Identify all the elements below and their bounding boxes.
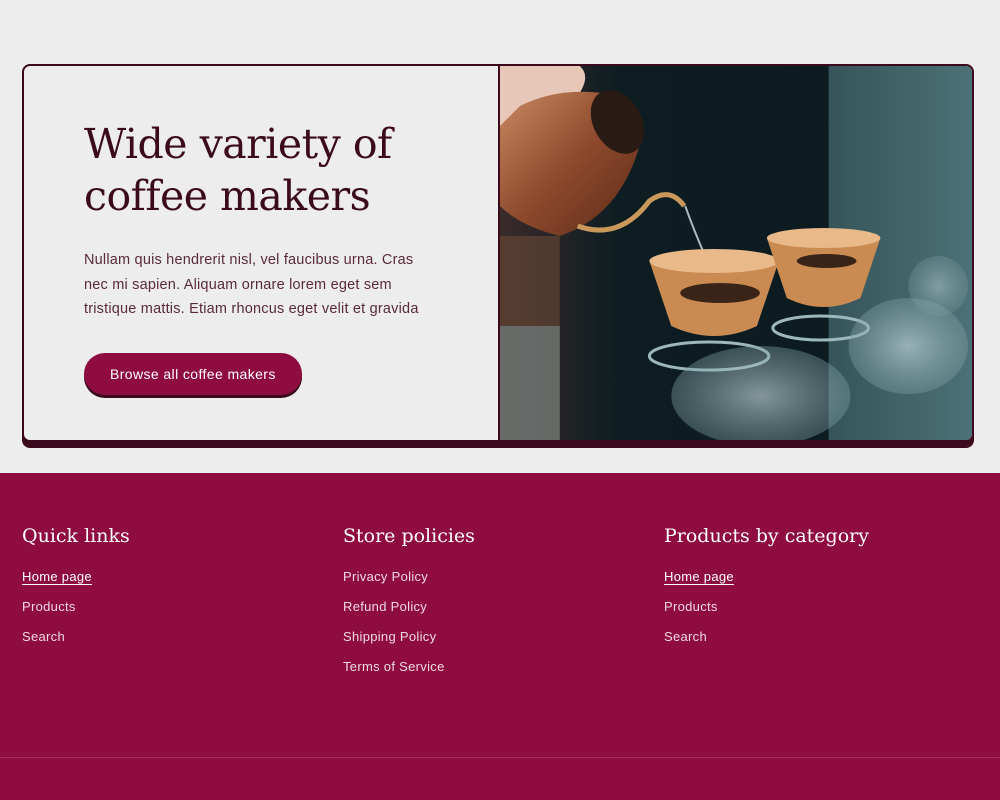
hero-description-line3: tristique mattis. Etiam rhoncus eget vel… [84, 301, 419, 317]
hero-description: Nullam quis hendrerit nisl, vel faucibus… [84, 248, 438, 322]
footer-column-products-by-category: Products by category Home page Products … [664, 525, 985, 689]
hero-text-panel: Wide variety of coffee makers Nullam qui… [24, 66, 500, 440]
footer-column-quick-links: Quick links Home page Products Search [22, 525, 343, 689]
footer-heading-quick-links: Quick links [22, 525, 130, 547]
footer-link-privacy-policy[interactable]: Privacy Policy [343, 569, 664, 585]
footer-link-search[interactable]: Search [22, 629, 343, 645]
footer-link-refund-policy[interactable]: Refund Policy [343, 599, 664, 615]
footer-heading-products-by-category: Products by category [664, 525, 869, 547]
footer-link-category-home-page[interactable]: Home page [664, 569, 985, 585]
footer-link-shipping-policy[interactable]: Shipping Policy [343, 629, 664, 645]
footer-heading-store-policies: Store policies [343, 525, 475, 547]
footer-link-category-products[interactable]: Products [664, 599, 985, 615]
footer-divider [0, 757, 1000, 758]
footer-link-category-search[interactable]: Search [664, 629, 985, 645]
coffee-pour-over-illustration [500, 66, 972, 440]
footer-columns: Quick links Home page Products Search St… [22, 525, 985, 689]
hero-card: Wide variety of coffee makers Nullam qui… [22, 64, 974, 442]
hero-title: Wide variety of coffee makers [84, 118, 438, 222]
hero-title-line1: Wide variety of [84, 120, 392, 168]
hero-description-line1: Nullam quis hendrerit nisl, vel faucibus… [84, 252, 414, 268]
footer-link-home-page[interactable]: Home page [22, 569, 343, 585]
browse-coffee-makers-button[interactable]: Browse all coffee makers [84, 352, 302, 395]
hero-description-line2: nec mi sapien. Aliquam ornare lorem eget… [84, 276, 392, 293]
site-footer: Quick links Home page Products Search St… [0, 473, 1000, 800]
footer-column-store-policies: Store policies Privacy Policy Refund Pol… [343, 525, 664, 689]
footer-link-terms-of-service[interactable]: Terms of Service [343, 659, 664, 675]
hero-image [500, 66, 972, 440]
footer-link-products[interactable]: Products [22, 599, 343, 615]
hero-title-line2: coffee makers [84, 172, 371, 220]
